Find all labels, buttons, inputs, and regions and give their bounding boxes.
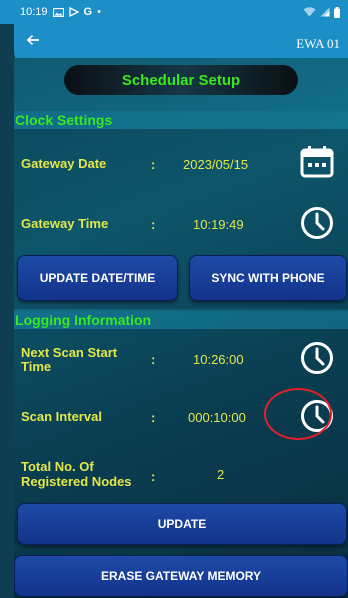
status-bar-left: 10:19 G •: [20, 6, 101, 18]
play-icon: [68, 7, 79, 17]
registered-nodes-label-line1: Total No. Of: [21, 459, 94, 474]
update-date-time-button[interactable]: UPDATE DATE/TIME: [17, 255, 178, 301]
battery-icon: [334, 6, 340, 18]
scan-interval-colon: :: [151, 410, 156, 425]
sync-with-phone-button[interactable]: SYNC WITH PHONE: [189, 255, 347, 301]
gateway-time-colon: :: [151, 217, 156, 232]
page-title: Schedular Setup: [64, 65, 298, 95]
status-bar: 10:19 G •: [0, 0, 348, 24]
dot-icon: •: [97, 6, 101, 18]
clock-icon[interactable]: [300, 341, 334, 375]
next-scan-label-line2: Time: [21, 359, 52, 374]
calendar-icon[interactable]: [300, 144, 334, 178]
next-scan-value: 10:26:00: [193, 352, 244, 367]
google-icon: G: [83, 6, 93, 18]
arrow-left-icon: [26, 34, 39, 46]
next-scan-label-line1: Next Scan Start: [21, 345, 118, 360]
scan-interval-value: 000:10:00: [188, 410, 246, 425]
scheduler-content: Schedular Setup Clock Settings Gateway D…: [14, 58, 348, 598]
registered-nodes-value: 2: [217, 467, 225, 482]
gateway-date-colon: :: [151, 157, 156, 172]
erase-gateway-memory-button[interactable]: ERASE GATEWAY MEMORY: [14, 555, 348, 597]
clock-settings-header: Clock Settings: [14, 111, 348, 129]
device-name: EWA 01: [296, 36, 340, 51]
gateway-date-label: Gateway Date: [21, 156, 107, 171]
gallery-icon: [52, 7, 64, 17]
wifi-icon: [303, 7, 316, 17]
logging-information-panel: Next Scan Start Time : 10:26:00 Scan Int…: [14, 329, 348, 598]
scan-interval-label: Scan Interval: [21, 409, 102, 424]
gateway-time-label: Gateway Time: [21, 216, 109, 231]
clock-settings-panel: Gateway Date : 2023/05/15 Gateway Time :…: [14, 129, 348, 309]
status-bar-right: [303, 6, 340, 18]
logging-information-header: Logging Information: [14, 311, 348, 329]
status-time: 10:19: [20, 6, 48, 18]
registered-nodes-colon: :: [151, 469, 156, 484]
gateway-time-value: 10:19:49: [193, 217, 244, 232]
next-scan-colon: :: [151, 352, 156, 367]
back-button[interactable]: [26, 32, 40, 52]
signal-icon: [320, 7, 330, 17]
registered-nodes-label-line2: Registered Nodes: [21, 474, 132, 489]
gateway-date-value: 2023/05/15: [183, 157, 249, 172]
update-button[interactable]: UPDATE: [17, 503, 347, 545]
clock-icon[interactable]: [300, 399, 334, 433]
clock-icon[interactable]: [300, 206, 334, 240]
